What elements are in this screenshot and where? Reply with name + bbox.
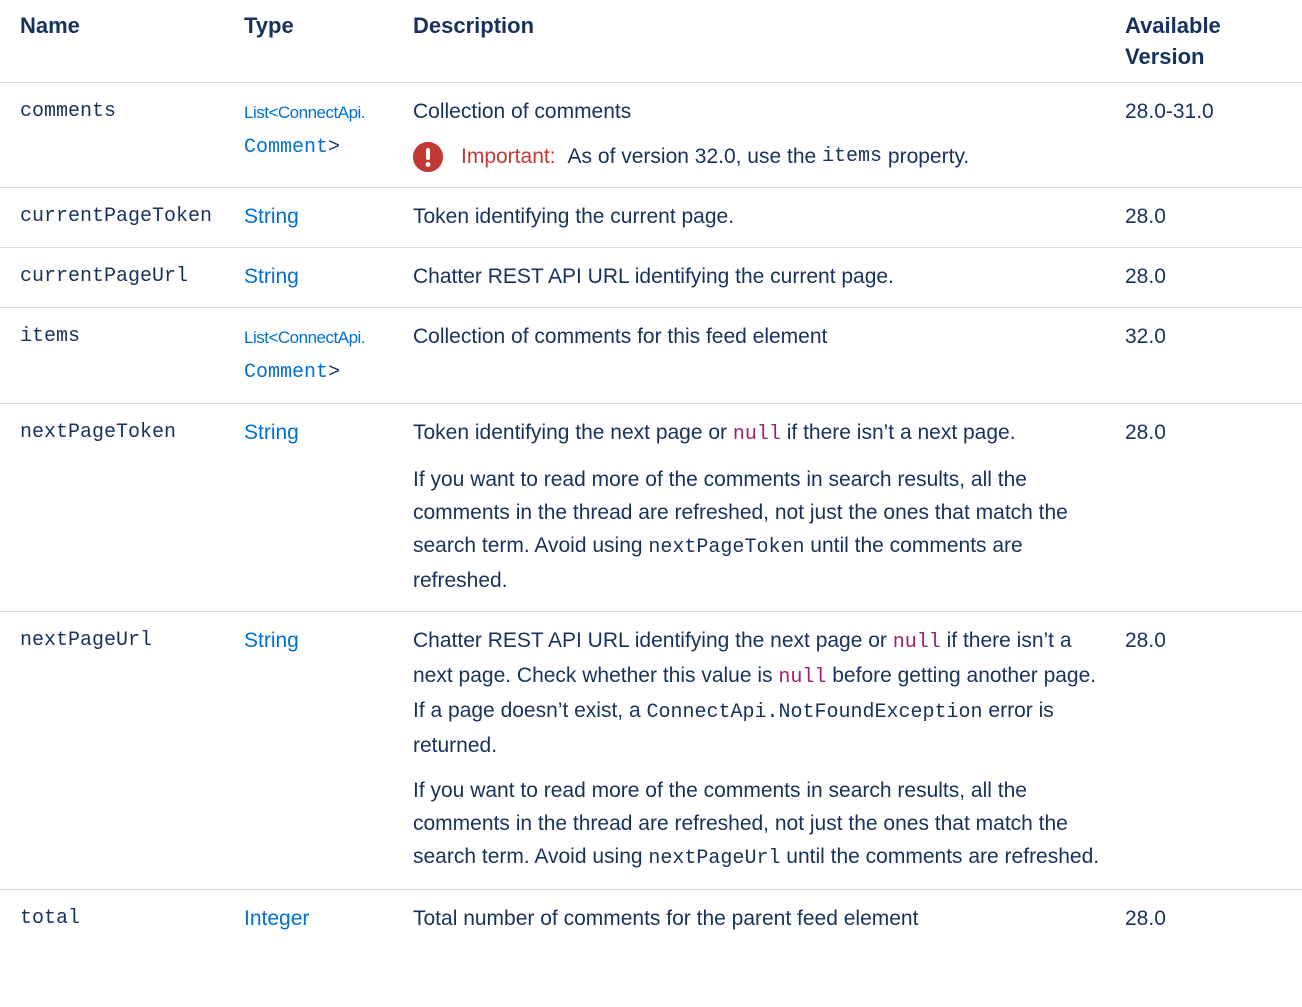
- property-name: currentPageToken: [0, 187, 226, 248]
- table-row: currentPageUrl String Chatter REST API U…: [0, 247, 1302, 308]
- important-label: Important:: [461, 145, 556, 168]
- null-keyword: null: [732, 423, 781, 446]
- type-link-connectapi[interactable]: ConnectApi.: [278, 103, 366, 122]
- header-version-line1: Available: [1125, 13, 1221, 38]
- property-name: items: [0, 307, 226, 404]
- desc-text: Token identifying the next page or: [413, 421, 728, 444]
- type-link-lt[interactable]: <: [268, 328, 278, 347]
- null-keyword: null: [778, 666, 827, 689]
- property-name: nextPageToken: [0, 403, 226, 612]
- description-text: Collection of comments: [413, 100, 632, 123]
- property-version: 28.0-31.0: [1108, 82, 1302, 188]
- header-description: Description: [396, 0, 1108, 83]
- inline-code: ConnectApi.NotFoundException: [646, 701, 983, 724]
- type-link-string[interactable]: String: [244, 205, 299, 228]
- table-header: Name Type Description Available Version: [0, 0, 1302, 83]
- type-link-connectapi[interactable]: ConnectApi.: [278, 328, 366, 347]
- property-version: 32.0: [1108, 307, 1302, 404]
- property-type: String: [226, 403, 396, 612]
- type-link-integer[interactable]: Integer: [244, 907, 309, 930]
- type-gt: >: [328, 361, 341, 384]
- property-description: Chatter REST API URL identifying the cur…: [396, 247, 1108, 308]
- property-name: comments: [0, 82, 226, 188]
- property-description: Collection of comments for this feed ele…: [396, 307, 1108, 404]
- property-type: List<ConnectApi. Comment>: [226, 82, 396, 188]
- property-type: String: [226, 187, 396, 248]
- table-row: nextPageUrl String Chatter REST API URL …: [0, 611, 1302, 890]
- type-line-1: List<ConnectApi.: [244, 320, 396, 354]
- table-row: nextPageToken String Token identifying t…: [0, 403, 1302, 612]
- property-description: Total number of comments for the parent …: [413, 907, 919, 930]
- type-link-list[interactable]: List: [244, 328, 269, 347]
- desc-text: Chatter REST API URL identifying the nex…: [413, 629, 887, 652]
- property-version: 28.0: [1108, 247, 1302, 308]
- property-type: String: [226, 247, 396, 308]
- important-code: items: [822, 145, 883, 168]
- type-link-list[interactable]: List: [244, 103, 269, 122]
- property-description: Collection of comments Important: As of …: [396, 82, 1108, 188]
- important-note: Important: As of version 32.0, use the i…: [413, 140, 1100, 173]
- properties-page: Name Type Description Available Version …: [0, 0, 1302, 949]
- description-paragraph: If you want to read more of the comments…: [413, 774, 1100, 875]
- table-row: items List<ConnectApi. Comment> Collecti…: [0, 307, 1302, 404]
- inline-code: nextPageToken: [648, 536, 805, 559]
- null-keyword: null: [892, 631, 941, 654]
- header-type: Type: [226, 0, 396, 83]
- property-version: 28.0: [1108, 611, 1302, 890]
- type-line-2: Comment>: [244, 129, 396, 164]
- description-paragraph: If you want to read more of the comments…: [413, 463, 1100, 597]
- inline-code: nextPageUrl: [648, 847, 781, 870]
- property-version: 28.0: [1125, 907, 1166, 930]
- table-row: currentPageToken String Token identifyin…: [0, 187, 1302, 248]
- property-description: Token identifying the current page.: [396, 187, 1108, 248]
- table-row: comments List<ConnectApi. Comment> Colle…: [0, 82, 1302, 188]
- description-paragraph: Token identifying the next page or null …: [413, 416, 1100, 451]
- property-description: Chatter REST API URL identifying the nex…: [396, 611, 1108, 890]
- property-version: 28.0: [1108, 187, 1302, 248]
- exclamation-circle-icon: [413, 141, 443, 172]
- property-name: total: [20, 907, 81, 930]
- type-gt: >: [328, 136, 341, 159]
- property-name: nextPageUrl: [0, 611, 226, 890]
- header-name: Name: [0, 0, 226, 83]
- property-type: List<ConnectApi. Comment>: [226, 307, 396, 404]
- table-row: total Integer Total number of comments f…: [0, 890, 1302, 950]
- properties-table: Name Type Description Available Version …: [0, 0, 1302, 949]
- desc-text: if there isn’t a next page.: [786, 421, 1016, 444]
- type-line-2: Comment>: [244, 354, 396, 389]
- header-available-version: Available Version: [1108, 0, 1302, 83]
- header-row: Name Type Description Available Version: [0, 0, 1302, 83]
- type-link-comment[interactable]: Comment: [244, 136, 328, 159]
- property-type: Integer: [226, 890, 396, 950]
- type-link-comment[interactable]: Comment: [244, 361, 328, 384]
- property-version: 28.0: [1108, 403, 1302, 612]
- property-description: Token identifying the next page or null …: [396, 403, 1108, 612]
- description-paragraph: Chatter REST API URL identifying the nex…: [413, 624, 1100, 762]
- type-line-1: List<ConnectApi.: [244, 95, 396, 129]
- header-version-line2: Version: [1125, 44, 1205, 69]
- type-link-string[interactable]: String: [244, 629, 299, 652]
- important-text-post: property.: [887, 145, 970, 168]
- property-name: currentPageUrl: [0, 247, 226, 308]
- desc-text: until the comments are refreshed.: [786, 845, 1100, 868]
- important-text-pre: As of version 32.0, use the: [567, 145, 817, 168]
- property-type: String: [226, 611, 396, 890]
- type-link-string[interactable]: String: [244, 265, 299, 288]
- type-link-lt[interactable]: <: [268, 103, 278, 122]
- type-link-string[interactable]: String: [244, 421, 299, 444]
